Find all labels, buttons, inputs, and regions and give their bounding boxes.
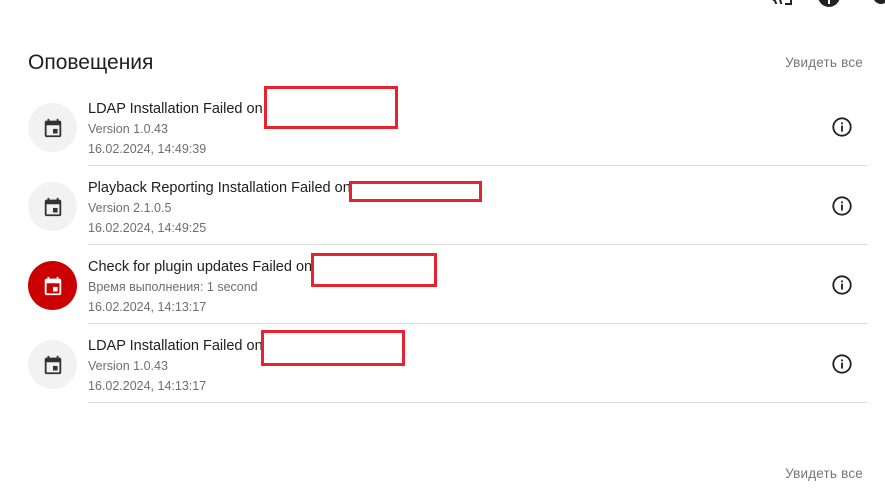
notification-subtitle: Version 1.0.43: [88, 122, 168, 136]
notification-list: LDAP Installation Failed on Version 1.0.…: [0, 87, 885, 403]
redaction-box: [261, 330, 405, 366]
notification-title: LDAP Installation Failed on: [88, 338, 263, 354]
notification-avatar: [28, 103, 77, 152]
see-all-link-top[interactable]: Увидеть все: [785, 55, 863, 70]
notification-title: Playback Reporting Installation Failed o…: [88, 180, 351, 196]
notification-item[interactable]: LDAP Installation Failed on Version 1.0.…: [0, 87, 885, 166]
notification-title: Check for plugin updates Failed on: [88, 259, 313, 275]
user-avatar-icon[interactable]: [817, 0, 841, 8]
redaction-box: [349, 181, 482, 202]
calendar-icon: [44, 197, 61, 216]
divider: [88, 402, 867, 403]
redaction-box: [311, 253, 437, 287]
settings-gear-icon[interactable]: [871, 0, 885, 8]
calendar-icon: [44, 276, 61, 295]
info-icon[interactable]: [831, 353, 853, 375]
calendar-icon: [44, 355, 61, 374]
info-icon[interactable]: [831, 116, 853, 138]
notification-avatar: [28, 182, 77, 231]
notification-avatar: [28, 340, 77, 389]
info-icon[interactable]: [831, 274, 853, 296]
notification-timestamp: 16.02.2024, 14:49:39: [88, 142, 207, 156]
notification-subtitle: Version 2.1.0.5: [88, 201, 172, 215]
notification-item[interactable]: Playback Reporting Installation Failed o…: [0, 166, 885, 245]
notification-subtitle: Version 1.0.43: [88, 359, 168, 373]
notification-title: LDAP Installation Failed on: [88, 101, 263, 117]
notification-item[interactable]: Check for plugin updates Failed on Время…: [0, 245, 885, 324]
cast-icon[interactable]: [769, 0, 793, 8]
redaction-box: [264, 86, 398, 129]
notification-timestamp: 16.02.2024, 14:13:17: [88, 379, 207, 393]
notification-timestamp: 16.02.2024, 14:13:17: [88, 300, 207, 314]
calendar-icon: [44, 118, 61, 137]
info-icon[interactable]: [831, 195, 853, 217]
notification-avatar-error: [28, 261, 77, 310]
section-title: Оповещения: [28, 51, 154, 74]
notification-timestamp: 16.02.2024, 14:49:25: [88, 221, 207, 235]
notification-subtitle: Время выполнения: 1 second: [88, 280, 258, 294]
see-all-link-bottom[interactable]: Увидеть все: [785, 466, 863, 481]
notification-item[interactable]: LDAP Installation Failed on Version 1.0.…: [0, 324, 885, 403]
